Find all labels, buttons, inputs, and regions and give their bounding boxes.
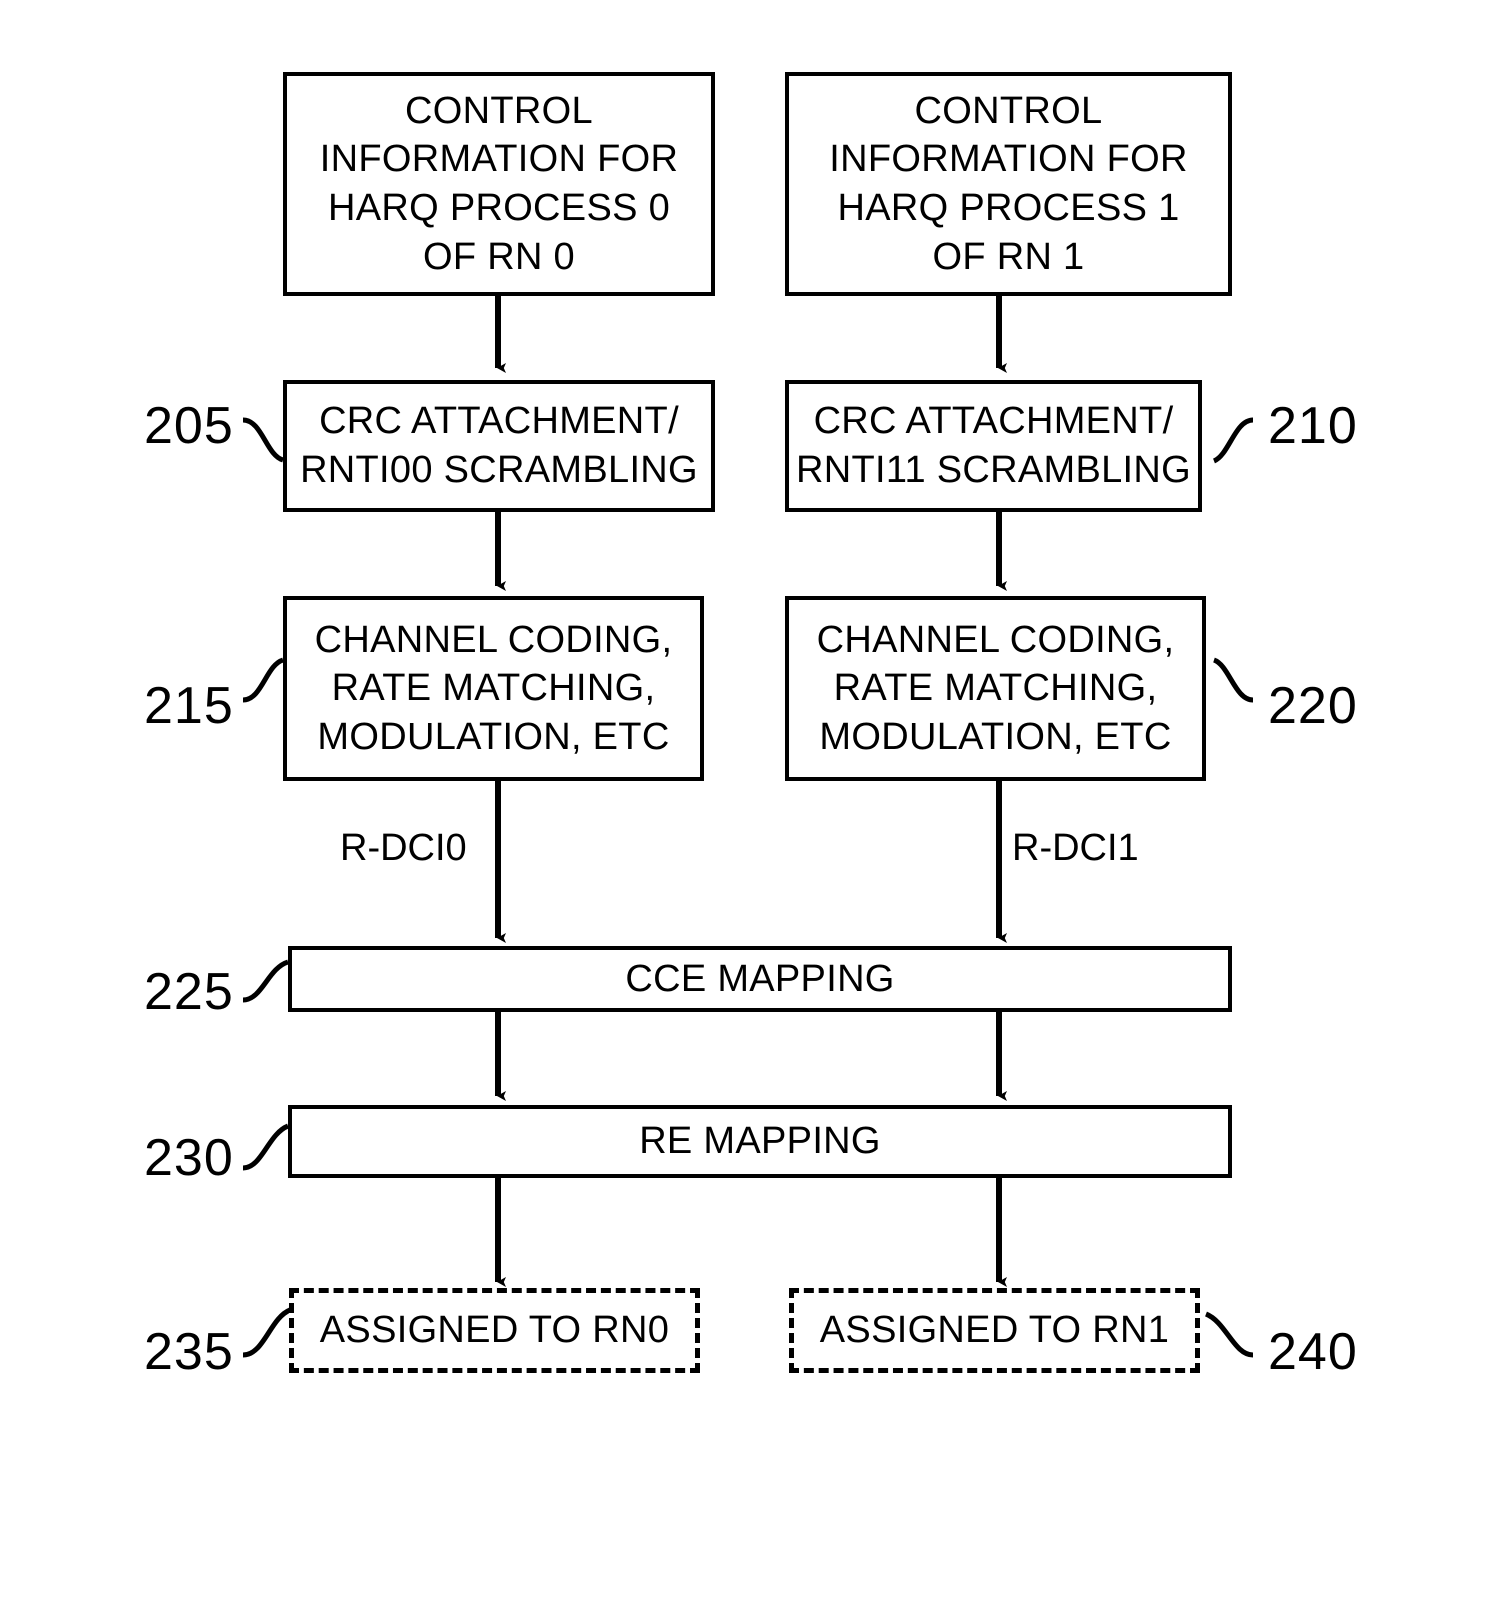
box-assigned-to-rn0: ASSIGNED TO RN0 xyxy=(289,1288,700,1373)
reference-numeral-240: 240 xyxy=(1268,1323,1358,1381)
box-channel-coding-1-label: CHANNEL CODING, RATE MATCHING, MODULATIO… xyxy=(816,618,1175,758)
leader-205 xyxy=(242,417,285,463)
reference-numeral-220: 220 xyxy=(1268,677,1358,735)
leader-210 xyxy=(1212,417,1254,464)
reference-numeral-205: 205 xyxy=(144,397,234,455)
edge-label-r-dci0: R-DCI0 xyxy=(340,827,467,869)
leader-225 xyxy=(242,959,289,1003)
reference-numeral-235: 235 xyxy=(144,1323,234,1381)
box-control-information-rn1: CONTROL INFORMATION FOR HARQ PROCESS 1 O… xyxy=(785,72,1232,296)
box-crc-attachment-rnti00: CRC ATTACHMENT/ RNTI00 SCRAMBLING xyxy=(283,380,715,512)
box-assigned-to-rn0-label: ASSIGNED TO RN0 xyxy=(319,1309,670,1352)
box-control-information-rn0: CONTROL INFORMATION FOR HARQ PROCESS 0 O… xyxy=(283,72,715,296)
box-cce-mapping-label: CCE MAPPING xyxy=(625,957,895,1000)
reference-numeral-230: 230 xyxy=(144,1129,234,1187)
box-channel-coding-0: CHANNEL CODING, RATE MATCHING, MODULATIO… xyxy=(283,596,704,781)
box-assigned-to-rn1: ASSIGNED TO RN1 xyxy=(789,1288,1200,1373)
reference-numeral-210: 210 xyxy=(1268,397,1358,455)
reference-numeral-215: 215 xyxy=(144,677,234,735)
leader-215 xyxy=(242,657,285,703)
leader-240 xyxy=(1204,1311,1254,1358)
box-control-information-rn1-label: CONTROL INFORMATION FOR HARQ PROCESS 1 O… xyxy=(829,89,1188,278)
box-channel-coding-1: CHANNEL CODING, RATE MATCHING, MODULATIO… xyxy=(785,596,1206,781)
edge-label-r-dci1: R-DCI1 xyxy=(1012,827,1139,869)
leader-235 xyxy=(242,1307,292,1358)
leader-220 xyxy=(1212,657,1254,703)
box-crc-attachment-rnti11: CRC ATTACHMENT/ RNTI11 SCRAMBLING xyxy=(785,380,1202,512)
box-assigned-to-rn1-label: ASSIGNED TO RN1 xyxy=(819,1309,1170,1352)
figure-canvas: CONTROL INFORMATION FOR HARQ PROCESS 0 O… xyxy=(0,0,1496,1607)
box-channel-coding-0-label: CHANNEL CODING, RATE MATCHING, MODULATIO… xyxy=(314,618,673,758)
box-control-information-rn0-label: CONTROL INFORMATION FOR HARQ PROCESS 0 O… xyxy=(319,89,679,278)
box-crc-attachment-rnti00-label: CRC ATTACHMENT/ RNTI00 SCRAMBLING xyxy=(300,400,698,491)
reference-numeral-225: 225 xyxy=(144,963,234,1021)
box-crc-attachment-rnti11-label: CRC ATTACHMENT/ RNTI11 SCRAMBLING xyxy=(795,400,1192,491)
box-re-mapping: RE MAPPING xyxy=(288,1105,1232,1178)
leader-230 xyxy=(242,1123,290,1171)
box-cce-mapping: CCE MAPPING xyxy=(288,946,1232,1012)
box-re-mapping-label: RE MAPPING xyxy=(639,1120,881,1163)
